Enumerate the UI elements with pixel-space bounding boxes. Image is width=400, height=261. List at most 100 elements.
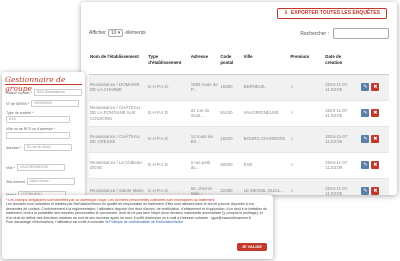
export-icon: ⇩ [283, 10, 288, 16]
cell-postal-code: 22490 [219, 178, 243, 195]
cell-actions: ✎ ✖ [360, 74, 389, 101]
cell-name: Renaissance / Le Château d'EVE [89, 152, 148, 179]
col-header-postal-code[interactable]: Code postal [219, 52, 243, 75]
edit-icon[interactable]: ✎ [361, 109, 370, 117]
field-rcs-city: Ville ou de RCS ou d'adresse * [6, 127, 70, 139]
cell-premium: ✓ [289, 100, 325, 127]
edit-icon[interactable]: ✎ [361, 161, 370, 169]
cell-address: 13 route de Bri... [189, 126, 220, 153]
field-siren: N° de SIREN * 000000000 [6, 100, 80, 107]
edit-icon[interactable]: ✎ [361, 187, 370, 195]
cell-created: 2024-11-07 11:03:09 [324, 100, 361, 127]
title-divider [5, 84, 82, 85]
cell-name: Renaissance / CHÂTEAU DE CRESSE [89, 126, 148, 153]
establishments-table: Nom de l'établissement Type d'établissem… [89, 52, 389, 195]
cell-created: 2024-11-07 11:03:09 [324, 126, 361, 153]
establishments-table-card: ⇩ EXPORTER TOUTES LES ENQUÊTES Afficher 1… [81, 2, 397, 195]
delete-icon[interactable]: ✖ [371, 135, 380, 143]
cell-postal-code: 60330 [219, 152, 243, 179]
cell-name: Renaissance / Sainte Marie [89, 178, 148, 195]
cell-city: EVE [242, 152, 290, 179]
col-header-city[interactable]: Ville [242, 52, 290, 75]
cell-address: 65, chemin Sain... [189, 178, 220, 195]
cell-type: E.H.P.A.D. [147, 152, 190, 179]
show-suffix: éléments [125, 30, 146, 36]
cell-actions: ✎ ✖ [360, 100, 389, 127]
table-header-row: Nom de l'établissement Type d'établissem… [89, 52, 389, 75]
col-header-premium[interactable]: Premium [289, 52, 325, 75]
export-all-surveys-button[interactable]: ⇩ EXPORTER TOUTES LES ENQUÊTES [276, 8, 387, 19]
cell-premium: ✓ [289, 74, 325, 101]
col-header-name[interactable]: Nom de l'établissement [89, 52, 148, 75]
field-label: Ville ou de RCS ou d'adresse * [6, 127, 56, 131]
cell-premium: ✓ [289, 152, 325, 179]
col-header-address[interactable]: Adresse [189, 52, 220, 75]
cell-type: E.H.P.A.D. [147, 126, 190, 153]
cell-created: 2024-11-07 11:03:09 [324, 178, 361, 195]
city-input[interactable]: VAUGRIGNEUSE ... [17, 164, 66, 171]
cell-city: VAUGRIGNEUSE [242, 100, 290, 127]
cell-type: E.H.P.A.D. [147, 74, 190, 101]
privacy-notice-card: * Les champs obligatoires sont identifié… [2, 195, 273, 259]
cell-actions: ✎ ✖ [360, 178, 389, 195]
page-length-control: Afficher 10 ▾ éléments [89, 29, 146, 37]
cell-city: BERNEUIL [242, 74, 290, 101]
field-label: N° de SIREN * [6, 101, 30, 106]
privacy-notice: * Les champs obligatoires sont identifié… [6, 198, 268, 224]
gdpr-paragraph: Les données sont collectées et traitées … [6, 202, 267, 220]
cell-premium: ✓ [289, 126, 325, 153]
cell-name: Renaissance / DOMAINE DE LA CHARBE [89, 74, 148, 101]
table-row: Renaissance / Sainte Marie E.H.P.A.D. 65… [89, 178, 389, 195]
edit-icon[interactable]: ✎ [361, 135, 370, 143]
page-length-value: 10 [110, 30, 117, 36]
cell-created: 2024-11-07 11:03:09 [324, 152, 361, 179]
edit-icon[interactable]: ✎ [361, 83, 370, 91]
field-label: Type de société * [6, 111, 34, 115]
more-info-prefix: Pour davantage d'informations, l'utilisa… [6, 220, 105, 225]
field-label: Site internet [6, 179, 26, 184]
siren-input[interactable]: 000000000 [31, 100, 80, 107]
cell-postal-code: 91430 [219, 100, 243, 127]
privacy-policy-link[interactable]: la Politique de confidentialité de MaSol… [106, 220, 184, 224]
address-input[interactable]: 22 rue du Mont... [23, 144, 72, 151]
search-input[interactable] [333, 28, 389, 39]
field-city: Ville * VAUGRIGNEUSE ... [6, 164, 66, 171]
delete-icon[interactable]: ✖ [371, 83, 380, 91]
table-search: Rechercher : [300, 28, 389, 39]
more-info-line: Pour davantage d'informations, l'utilisa… [6, 220, 268, 224]
field-company-type: Type de société * SAS [6, 111, 70, 123]
field-company-name: Raison sociale * SAS Renaissance [6, 89, 82, 96]
field-label: Adresse * [6, 145, 22, 150]
delete-icon[interactable]: ✖ [371, 187, 380, 195]
field-website: Site internet https://www... [6, 178, 76, 185]
cell-created: 2024-11-07 11:03:09 [324, 74, 361, 101]
cell-city: LE MESNIL GUILL... [242, 178, 290, 195]
validate-button[interactable]: JE VALIDE [236, 243, 267, 251]
delete-icon[interactable]: ✖ [371, 161, 380, 169]
table-row: Renaissance / Le Château d'EVE E.H.P.A.D… [89, 152, 389, 179]
delete-icon[interactable]: ✖ [371, 109, 380, 117]
cell-postal-code: 16200 [219, 126, 243, 153]
col-header-actions [360, 52, 389, 75]
company-type-select[interactable]: SAS [6, 116, 70, 123]
cell-actions: ✎ ✖ [360, 126, 389, 153]
rcs-city-input[interactable] [6, 132, 70, 139]
cell-actions: ✎ ✖ [360, 152, 389, 179]
table-row: Renaissance / DOMAINE DE LA CHARBE E.H.P… [89, 74, 389, 101]
col-header-type[interactable]: Type d'établissement [147, 52, 190, 75]
col-header-created[interactable]: Date de création [324, 52, 361, 75]
page-length-select[interactable]: 10 ▾ [107, 29, 124, 37]
website-input[interactable]: https://www... [27, 178, 76, 185]
field-label: Raison sociale * [6, 90, 32, 95]
cell-address: 2 rue petit du... [189, 152, 220, 179]
cell-premium: ✓ [289, 178, 325, 195]
search-label: Rechercher : [300, 30, 329, 37]
table-row: Renaissance / CHÂTEAU DE CRESSE E.H.P.A.… [89, 126, 389, 153]
cell-type: E.H.P.A.D. [147, 178, 190, 195]
field-address: Adresse * 22 rue du Mont... [6, 144, 72, 151]
export-button-label: EXPORTER TOUTES LES ENQUÊTES [290, 10, 380, 16]
field-label: Ville * [6, 165, 16, 170]
company-name-input[interactable]: SAS Renaissance [33, 89, 82, 96]
group-manager-form-card: Gestionnaire de groupe Raison sociale * … [2, 72, 85, 207]
table-row: Renaissance / CHÂTEAU DE LA FONTAINE AUX… [89, 100, 389, 127]
